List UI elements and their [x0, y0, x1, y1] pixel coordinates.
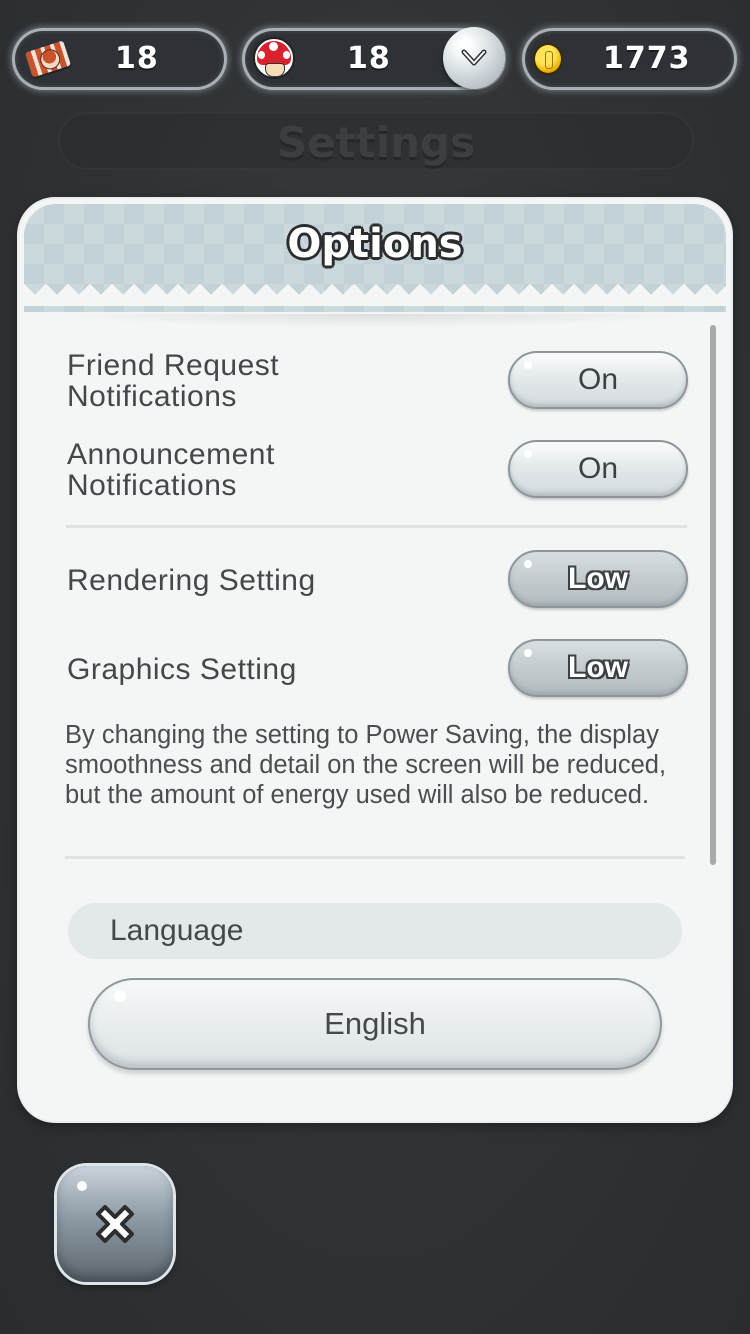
divider [66, 525, 687, 528]
language-select-button[interactable]: English [88, 978, 662, 1070]
close-button[interactable] [57, 1166, 173, 1282]
toad-dropdown-button[interactable] [443, 27, 505, 89]
announcement-notifications-toggle[interactable]: On [508, 440, 688, 498]
friend-request-notifications-toggle[interactable]: On [508, 351, 688, 409]
coin-icon [533, 43, 563, 75]
dialog-title: Options [287, 221, 463, 267]
chevron-down-icon [461, 49, 487, 66]
announcement-notifications-label: Announcement Notifications [67, 438, 275, 502]
language-section-header: Language [68, 903, 682, 959]
coin-counter: 1773 [525, 31, 734, 87]
toad-count: 18 [347, 41, 391, 76]
graphics-setting-label: Graphics Setting [67, 653, 297, 686]
ticket-counter: 18 [15, 31, 224, 87]
ticket-count: 18 [115, 41, 159, 76]
rendering-setting-label: Rendering Setting [67, 564, 316, 597]
power-saving-description: By changing the setting to Power Saving,… [65, 721, 667, 809]
toad-counter: 18 [245, 27, 505, 89]
language-label: Language [110, 914, 244, 947]
scrollbar[interactable] [710, 325, 716, 865]
settings-banner: Settings [58, 112, 694, 170]
settings-title: Settings [276, 118, 476, 167]
header-zigzag-decoration [24, 284, 726, 306]
graphics-setting-button[interactable]: Low [508, 639, 688, 697]
close-icon [96, 1205, 134, 1243]
toad-rally-ticket-icon [24, 40, 72, 78]
divider [65, 856, 685, 859]
toad-icon [253, 37, 295, 79]
coin-count: 1773 [603, 41, 691, 76]
options-dialog: Options Friend Request Notifications On … [19, 199, 731, 1121]
rendering-setting-button[interactable]: Low [508, 550, 688, 608]
friend-request-notifications-label: Friend Request Notifications [67, 349, 280, 413]
